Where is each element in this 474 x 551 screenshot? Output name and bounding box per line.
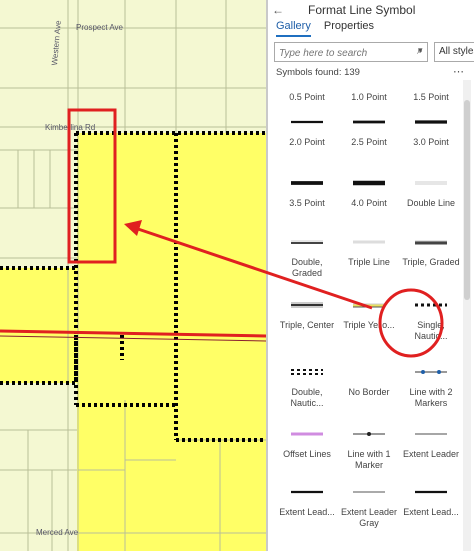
symbol-preview [415, 181, 447, 185]
symbol-item[interactable]: Line with 1 Marker [338, 427, 400, 471]
road-label-prospect: Prospect Ave [76, 23, 123, 32]
symbol-label: 0.5 Point [289, 92, 325, 102]
symbol-item[interactable]: 0.5 Point [276, 80, 338, 103]
search-options-chevron-icon[interactable]: ▾ [418, 45, 423, 56]
symbol-label: Line with 1 Marker [347, 449, 391, 470]
symbol-item[interactable]: 1.0 Point [338, 80, 400, 103]
tab-gallery[interactable]: Gallery [276, 20, 311, 37]
symbol-item[interactable]: Offset Lines [276, 427, 338, 460]
symbol-preview [349, 80, 389, 84]
symbol-item[interactable]: Line with 2 Markers [400, 365, 462, 409]
symbol-preview [415, 120, 447, 124]
symbol-label: 2.5 Point [351, 137, 387, 147]
symbol-label: 2.0 Point [289, 137, 325, 147]
symbol-item[interactable]: Extent Lead... [276, 485, 338, 518]
symbol-preview [291, 369, 323, 375]
search-input[interactable] [275, 44, 403, 63]
symbol-label: Single, Nautic... [414, 320, 448, 341]
symbol-label: Offset Lines [283, 449, 331, 459]
symbol-label: Triple, Center [279, 320, 335, 330]
symbol-label: 3.0 Point [413, 137, 449, 147]
symbol-item[interactable]: Extent Leader Gray [338, 485, 400, 529]
symbol-label: 3.5 Point [289, 198, 325, 208]
symbol-preview [415, 490, 447, 494]
symbol-preview [415, 240, 447, 245]
symbol-preview [353, 303, 385, 308]
symbol-item[interactable]: Double, Graded [276, 235, 338, 279]
symbol-item[interactable]: Triple, Center [276, 298, 338, 331]
symbol-label: Triple Yello... [343, 320, 395, 330]
search-box[interactable]: ⌕ [274, 42, 428, 63]
gallery-scrollbar[interactable] [463, 80, 471, 551]
symbol-preview [291, 490, 323, 494]
styles-dropdown-label: All styles [439, 46, 474, 57]
symbol-item[interactable]: 2.5 Point [338, 115, 400, 148]
symbol-preview [291, 432, 323, 436]
map-view[interactable]: Prospect Ave Western Ave Kimberlina Rd M… [0, 0, 266, 551]
symbol-preview [353, 432, 385, 436]
pane-title: Format Line Symbol [308, 3, 416, 17]
symbol-preview [291, 240, 323, 244]
symbol-preview [291, 302, 323, 308]
symbol-label: Extent Leader [402, 449, 460, 459]
symbol-item[interactable]: Extent Lead... [400, 485, 462, 518]
options-menu-icon[interactable]: ⋯ [453, 65, 464, 78]
symbol-label: Double, Nautic... [290, 387, 324, 408]
symbol-preview [353, 120, 385, 124]
symbol-preview [349, 365, 389, 379]
styles-dropdown[interactable]: All styles [434, 42, 474, 62]
symbol-label: Line with 2 Markers [409, 387, 453, 408]
tab-properties[interactable]: Properties [324, 20, 374, 35]
symbol-item[interactable]: Triple Line [338, 235, 400, 268]
symbol-item[interactable]: No Border [338, 365, 400, 398]
symbol-item[interactable]: Triple, Graded [400, 235, 462, 268]
format-line-symbol-pane: ← Format Line Symbol Gallery Properties … [268, 0, 474, 551]
symbol-item[interactable]: 4.0 Point [338, 176, 400, 209]
symbol-label: Triple, Graded [402, 257, 460, 267]
road-label-kimberlina: Kimberlina Rd [45, 123, 96, 132]
symbol-preview [415, 370, 447, 374]
symbol-preview [353, 240, 385, 244]
symbol-item[interactable]: 2.0 Point [276, 115, 338, 148]
symbol-item[interactable]: Double, Nautic... [276, 365, 338, 409]
symbol-item[interactable]: Single, Nautic... [400, 298, 462, 342]
symbol-preview [415, 303, 447, 307]
symbol-item[interactable]: Extent Leader [400, 427, 462, 460]
symbol-preview [287, 80, 327, 84]
symbol-preview [291, 181, 323, 185]
symbol-preview [415, 433, 447, 435]
pane-tabs: Gallery Properties [276, 20, 384, 37]
symbol-label: Triple Line [348, 257, 390, 267]
symbol-label: No Border [348, 387, 390, 397]
symbols-found-count: Symbols found: 139 [276, 67, 360, 78]
symbol-label: Extent Lead... [403, 507, 459, 517]
symbol-item[interactable]: 3.5 Point [276, 176, 338, 209]
symbol-label: 4.0 Point [351, 198, 387, 208]
symbol-label: Extent Lead... [279, 507, 335, 517]
symbol-preview [353, 491, 385, 493]
back-arrow-icon[interactable]: ← [272, 3, 284, 17]
symbol-gallery: 0.5 Point 1.0 Point 1.5 Point 2.0 Point 2.5 … [276, 80, 462, 551]
symbol-item[interactable]: 3.0 Point [400, 115, 462, 148]
symbol-item[interactable]: 1.5 Point [400, 80, 462, 103]
gallery-scroll-thumb[interactable] [464, 100, 470, 300]
symbol-item[interactable]: Triple Yello... [338, 298, 400, 331]
symbol-preview [411, 80, 451, 84]
symbol-preview [291, 120, 323, 124]
symbol-label: Double, Graded [291, 257, 323, 278]
map-canvas[interactable] [0, 0, 266, 551]
symbol-item[interactable]: Double Line [400, 176, 462, 209]
symbol-label: Extent Leader Gray [340, 507, 398, 528]
parcel-fills [0, 133, 266, 551]
symbol-label: 1.0 Point [351, 92, 387, 102]
symbol-label: Double Line [406, 198, 456, 208]
symbol-preview [353, 180, 385, 186]
symbol-label: 1.5 Point [413, 92, 449, 102]
road-label-merced: Merced Ave [36, 528, 79, 537]
